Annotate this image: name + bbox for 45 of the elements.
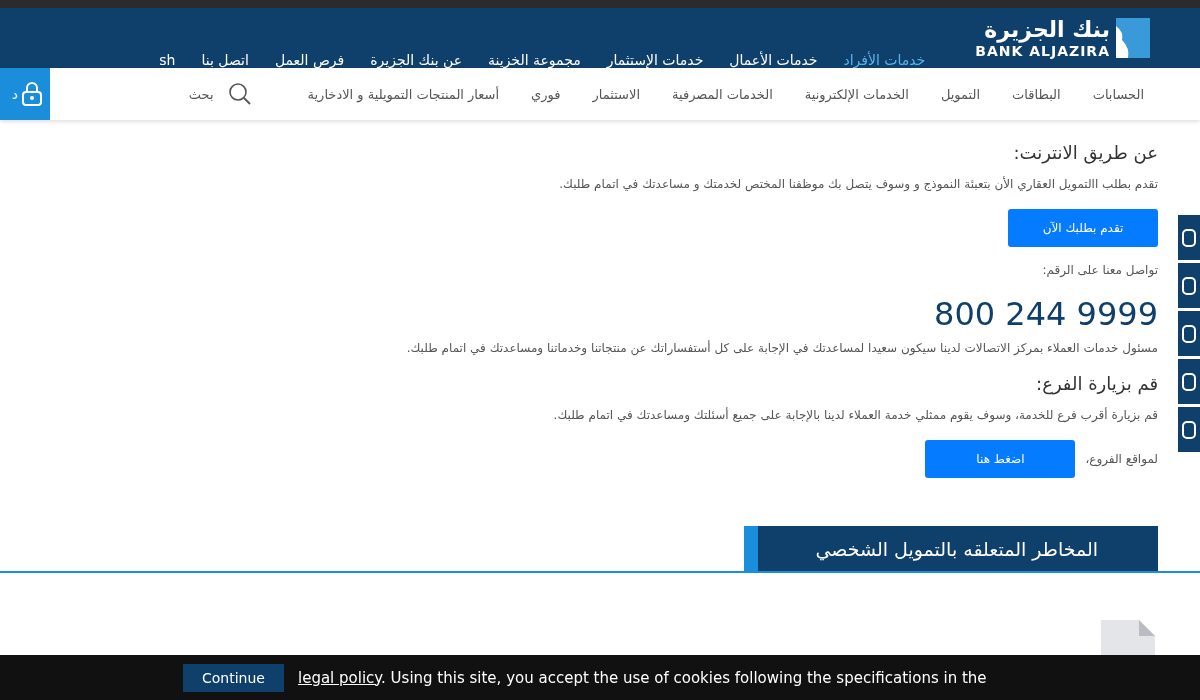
section-title: المخاطر المتعلقه بالتمويل الشخصي: [744, 526, 1158, 571]
info-paragraph: تقدم بطلب االتمويل العقاري الأن بتعبئة النموذج و وسوف يتصل بك موظفنا المختص لخدمتك و مساعدتك في اتمام طلبك.: [559, 177, 1158, 191]
menu-link[interactable]: فوري: [531, 86, 561, 102]
menu-link[interactable]: أسعار المنتجات التمويلية و الادخارية: [307, 86, 500, 102]
menu-link[interactable]: الحسابات: [1092, 86, 1144, 102]
menu-link[interactable]: الخدمات المصرفية: [672, 86, 773, 102]
menu-link[interactable]: البطاقات: [1012, 86, 1061, 102]
side-tab-button[interactable]: [1178, 311, 1200, 356]
nav-link[interactable]: خدمات الأفراد: [843, 52, 926, 68]
side-icon: [1182, 420, 1196, 439]
search-icon[interactable]: [227, 82, 252, 106]
side-icon: [1182, 276, 1196, 295]
nav-link[interactable]: sh: [159, 52, 176, 68]
side-tab-button[interactable]: [1178, 263, 1200, 308]
branches-label: لمواقع الفروع،: [1085, 452, 1158, 466]
phone-number: 800 244 9999: [934, 295, 1158, 333]
side-icon: [1182, 372, 1196, 391]
cookie-notice: legal policy. Using this site, you accept the use of cookies following the specifications in the: [298, 668, 987, 687]
menu-link[interactable]: الاستثمار: [592, 86, 641, 102]
nav-link[interactable]: فرص العمل: [274, 52, 345, 68]
info-paragraph: تواصل معنا على الرقم:: [1042, 263, 1158, 277]
nav-link[interactable]: خدمات الأعمال: [729, 52, 818, 68]
nav-link[interactable]: اتصل بنا: [201, 52, 249, 68]
info-paragraph: قم بزيارة أقرب فرع للخدمة، وسوف يقوم ممثلي خدمة العملاء لدينا بالإجابة على جميع أسئلتك ومساعدتك في اتمام طلبك.: [553, 408, 1158, 422]
side-icon: [1182, 324, 1196, 343]
lock-icon: [22, 82, 42, 106]
nav-link[interactable]: خدمات الإستثمار: [606, 52, 704, 68]
menu-link[interactable]: الخدمات الإلكترونية: [804, 86, 909, 102]
side-tab-button[interactable]: [1178, 359, 1200, 404]
nav-link[interactable]: عن بنك الجزيرة: [370, 52, 462, 68]
section-heading: قم بزيارة الفرع:: [1036, 373, 1158, 394]
click-here-button[interactable]: اضغط هنا: [925, 440, 1076, 478]
section-heading: عن طريق الانترنت:: [1013, 142, 1158, 163]
apply-now-button[interactable]: تقدم بطلبك الآن: [1008, 209, 1158, 247]
side-tab-button[interactable]: [1178, 215, 1200, 260]
nav-link[interactable]: مجموعة الخزينة: [488, 52, 581, 68]
login-button[interactable]: د: [0, 68, 50, 120]
menu-link[interactable]: التمويل: [940, 86, 981, 102]
continue-button[interactable]: Continue: [183, 663, 284, 692]
side-tab-button[interactable]: [1178, 407, 1200, 452]
info-paragraph: مسئول خدمات العملاء بمركز الاتصالات لدينا سيكون سعيدا لمساعدتك في الإجابة على كل أستفساراتك عن منتجاتنا وخدماتنا ومساعدتك في اتمام طلبك.: [406, 341, 1158, 355]
document-icon: [1101, 620, 1155, 656]
logo-icon: [1116, 18, 1150, 58]
search-label[interactable]: بحث: [188, 86, 214, 102]
side-icon: [1182, 228, 1196, 247]
